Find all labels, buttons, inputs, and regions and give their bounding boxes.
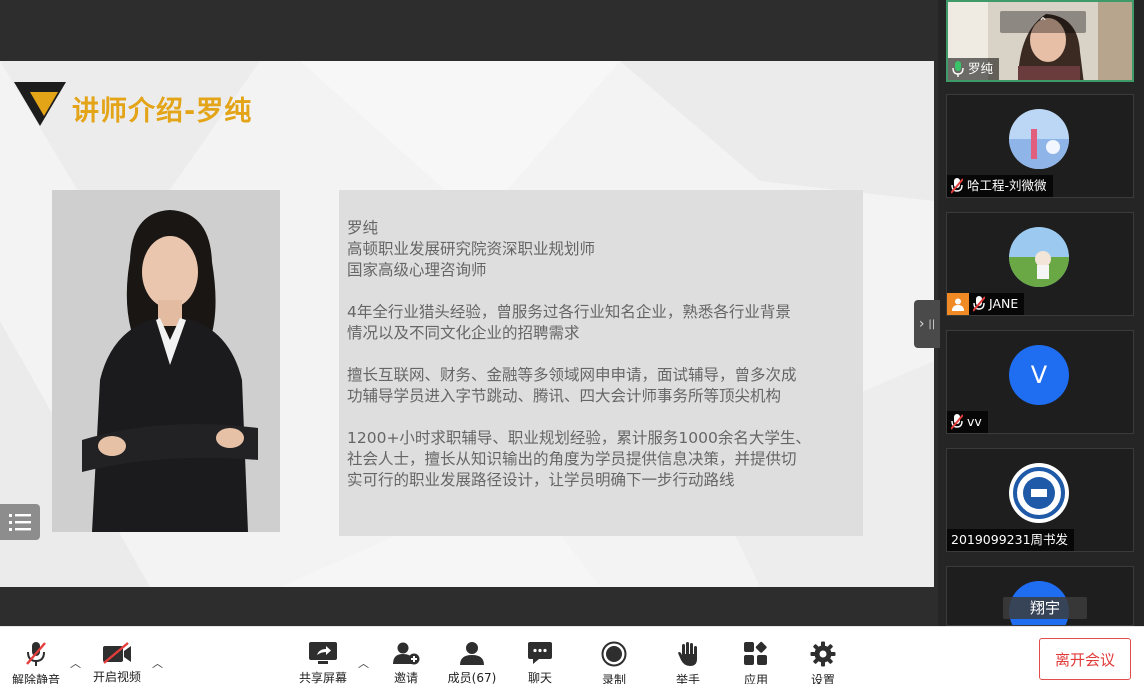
participant-tile[interactable]: 翔宇 ⌄ — [946, 566, 1134, 626]
speaker-photo — [52, 190, 280, 532]
invite-label: 邀请 — [393, 671, 418, 684]
apps-icon — [744, 641, 767, 665]
bio-line: 社会人士，擅长从知识输出的角度为学员提供信息决策，并提供切 — [347, 450, 797, 468]
participant-tile[interactable]: JANE — [946, 212, 1134, 316]
participant-name: 罗纯 — [968, 61, 994, 76]
participant-tile-video[interactable]: ⌃ 罗纯 — [946, 0, 1134, 82]
mic-muted-icon — [973, 296, 985, 312]
share-screen-label: 共享屏幕 — [298, 671, 347, 684]
avatar-logo — [1009, 463, 1069, 523]
record-icon — [601, 641, 627, 667]
chevron-up-icon[interactable]: ︿ — [70, 655, 81, 671]
record-button[interactable]: 录制 — [592, 627, 636, 684]
chevron-up-icon[interactable]: ︿ — [152, 655, 163, 671]
user-icon — [460, 642, 484, 665]
hand-icon — [678, 642, 697, 666]
participant-name: JANE — [989, 296, 1019, 311]
chat-label: 聊天 — [527, 671, 552, 684]
bio-line: 功辅导学员进入字节跳动、腾讯、四大会计师事务所等顶尖机构 — [347, 387, 782, 405]
drag-handle-icon: || — [928, 318, 936, 330]
participant-tile[interactable]: V vv — [946, 330, 1134, 434]
start-video-button[interactable]: 开启视频 — [89, 627, 145, 684]
apps-label: 应用 — [743, 673, 768, 684]
chevron-right-icon: › — [918, 316, 925, 332]
shared-screen-area: 讲师介绍-罗纯 罗纯 高顿职业发展研究院资深职业规划师 国家高级心理咨询师 4年… — [0, 0, 938, 626]
raise-hand-label: 举手 — [675, 673, 700, 684]
bio-line: 罗纯 — [347, 219, 379, 237]
leave-meeting-button[interactable]: 离开会议 — [1039, 638, 1131, 680]
presentation-slide: 讲师介绍-罗纯 罗纯 高顿职业发展研究院资深职业规划师 国家高级心理咨询师 4年… — [0, 61, 934, 587]
participant-name-tag: 2019099231周书发 — [947, 529, 1075, 551]
participant-name-tag: 哈工程-刘微微 — [947, 175, 1053, 197]
bio-line: 擅长互联网、财务、金融等多领域网申申请，面试辅导，曾多次成 — [347, 366, 797, 384]
slide-title: 讲师介绍-罗纯 — [72, 96, 253, 127]
chat-icon — [528, 642, 552, 664]
bio-line: 4年全行业猎头经验，曾服务过各行业知名企业，熟悉各行业背景 — [347, 303, 791, 321]
participant-name: 2019099231周书发 — [951, 532, 1069, 547]
chevron-up-icon[interactable]: ⌃ — [1000, 11, 1086, 33]
bio-line: 高顿职业发展研究院资深职业规划师 — [347, 240, 596, 258]
apps-button[interactable]: 应用 — [734, 627, 778, 684]
share-screen-button[interactable]: 共享屏幕 — [295, 627, 351, 684]
avatar — [1009, 227, 1069, 287]
avatar — [1009, 109, 1069, 169]
settings-button[interactable]: 设置 — [801, 627, 845, 684]
video-off-icon — [103, 641, 131, 664]
bio-line: 1200+小时求职辅导、职业规划经验，累计服务1000余名大学生、 — [347, 429, 811, 447]
chevron-down-icon[interactable]: ⌄ — [1035, 595, 1045, 609]
participant-tile[interactable]: 2019099231周书发 — [946, 448, 1134, 552]
slide-list-button[interactable] — [0, 504, 40, 540]
unmute-label: 解除静音 — [11, 673, 60, 684]
speaker-bio-box: 罗纯 高顿职业发展研究院资深职业规划师 国家高级心理咨询师 4年全行业猎头经验，… — [339, 190, 863, 536]
bio-line: 实可行的职业发展路径设计，让学员明确下一步行动路线 — [347, 471, 735, 489]
participant-tile[interactable]: 哈工程-刘微微 — [946, 94, 1134, 198]
members-label: 成员(67) — [447, 671, 497, 684]
list-icon — [9, 514, 31, 531]
bio-line: 国家高级心理咨询师 — [347, 261, 487, 279]
unmute-button[interactable]: 解除静音 — [8, 627, 64, 684]
share-screen-icon — [309, 642, 337, 664]
collapse-sidebar-button[interactable]: › || — [914, 300, 940, 348]
gear-icon — [810, 641, 836, 667]
participant-name: vv — [967, 414, 982, 429]
start-video-label: 开启视频 — [92, 670, 141, 684]
mic-muted-icon — [951, 414, 963, 430]
record-label: 录制 — [601, 673, 626, 684]
mic-muted-icon — [26, 642, 46, 666]
participant-name-tag: 罗纯 — [948, 58, 1000, 80]
bio-line: 情况以及不同文化企业的招聘需求 — [347, 324, 580, 342]
members-button[interactable]: 成员(67) — [444, 627, 500, 684]
invite-button[interactable]: 邀请 — [384, 627, 428, 684]
add-user-icon — [393, 642, 420, 665]
participant-name: 哈工程-刘微微 — [967, 178, 1047, 193]
participant-name-tag: vv — [947, 411, 988, 433]
participant-name-tag: JANE — [947, 293, 1025, 315]
chevron-up-icon[interactable]: ︿ — [358, 655, 369, 671]
slide-logo-icon — [14, 82, 66, 126]
mic-muted-icon — [951, 178, 963, 194]
settings-label: 设置 — [810, 673, 835, 684]
avatar-letter: V — [1009, 345, 1069, 405]
user-icon — [947, 293, 969, 315]
chat-button[interactable]: 聊天 — [518, 627, 562, 684]
mic-on-icon — [952, 61, 964, 77]
raise-hand-button[interactable]: 举手 — [666, 627, 710, 684]
meeting-toolbar: 解除静音 ︿ 开启视频 ︿ 共享屏幕 ︿ 邀请 成员(67) 聊天 录制 举手 … — [0, 626, 1144, 684]
